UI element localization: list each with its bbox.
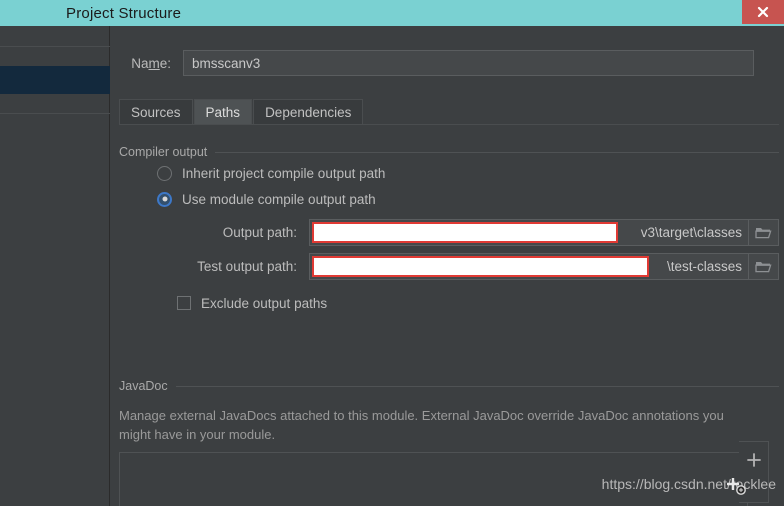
close-x-icon (757, 6, 769, 18)
close-button[interactable] (742, 0, 784, 24)
output-path-row: Output path: D:\myworkspace\project\bmss… (119, 218, 779, 246)
sidebar[interactable] (0, 26, 110, 506)
compiler-output-title: Compiler output (119, 145, 208, 159)
sidebar-row[interactable] (0, 26, 110, 46)
javadoc-title: JavaDoc (119, 379, 168, 393)
name-row: Name: (111, 48, 784, 78)
radio-use-module-output[interactable]: Use module compile output path (157, 186, 779, 212)
exclude-output-paths-row[interactable]: Exclude output paths (177, 290, 779, 316)
test-output-path-browse-button[interactable] (749, 252, 779, 280)
window-title: Project Structure (66, 4, 182, 22)
radio-inherit-project-output[interactable]: Inherit project compile output path (157, 160, 779, 186)
tab-dependencies[interactable]: Dependencies (253, 99, 364, 124)
test-output-path-redaction (312, 255, 649, 277)
compiler-output-header: Compiler output (119, 144, 779, 160)
test-output-path-field[interactable]: D:\myworkspace\project\bmsscanv3\target … (309, 252, 749, 280)
test-output-path-label: Test output path: (197, 258, 297, 274)
radio-inherit-label: Inherit project compile output path (182, 165, 386, 181)
name-label-mnemonic: m (148, 55, 160, 71)
exclude-output-paths-checkbox[interactable] (177, 296, 191, 310)
radio-icon-unselected[interactable] (157, 165, 172, 181)
radio-icon-selected[interactable] (157, 191, 172, 207)
tab-sources[interactable]: Sources (119, 99, 193, 124)
test-output-path-row: Test output path: D:\myworkspace\project… (119, 252, 779, 280)
folder-icon (755, 261, 772, 272)
output-path-redaction (312, 221, 618, 243)
javadoc-toolbar (739, 441, 769, 503)
exclude-output-paths-label: Exclude output paths (201, 295, 328, 311)
sidebar-row[interactable] (0, 94, 110, 114)
javadoc-add-button[interactable] (744, 450, 764, 470)
sidebar-row[interactable] (0, 114, 110, 134)
tab-paths[interactable]: Paths (193, 99, 253, 124)
plus-icon (746, 453, 761, 467)
test-output-path-visible-text: \test-classes (666, 258, 742, 274)
name-input[interactable] (183, 50, 754, 76)
sidebar-row[interactable] (0, 46, 110, 66)
name-label: Name: (131, 55, 171, 71)
main-panel: Name: Sources Paths Dependencies Compile… (111, 26, 784, 506)
output-path-field[interactable]: D:\myworkspace\project\bmsscan v3\target… (309, 218, 749, 246)
sidebar-row-selected[interactable] (0, 66, 110, 94)
watermark: https://blog.csdn.net/rocklee (601, 476, 776, 492)
javadoc-header: JavaDoc (119, 378, 779, 394)
folder-icon (755, 227, 772, 238)
javadoc-description: Manage external JavaDocs attached to thi… (119, 408, 724, 442)
section-divider-line (215, 151, 779, 153)
radio-use-module-label: Use module compile output path (182, 191, 376, 207)
title-bar: Project Structure (0, 0, 784, 26)
output-path-browse-button[interactable] (749, 218, 779, 246)
output-path-visible-text: v3\target\classes (640, 224, 742, 240)
project-structure-dialog: Project Structure Name: Sources Paths De… (0, 0, 784, 506)
compiler-output-section: Compiler output Inherit project compile … (119, 144, 779, 316)
output-path-label: Output path: (222, 224, 297, 240)
tab-bar: Sources Paths Dependencies (119, 99, 779, 125)
section-divider-line (175, 385, 779, 387)
